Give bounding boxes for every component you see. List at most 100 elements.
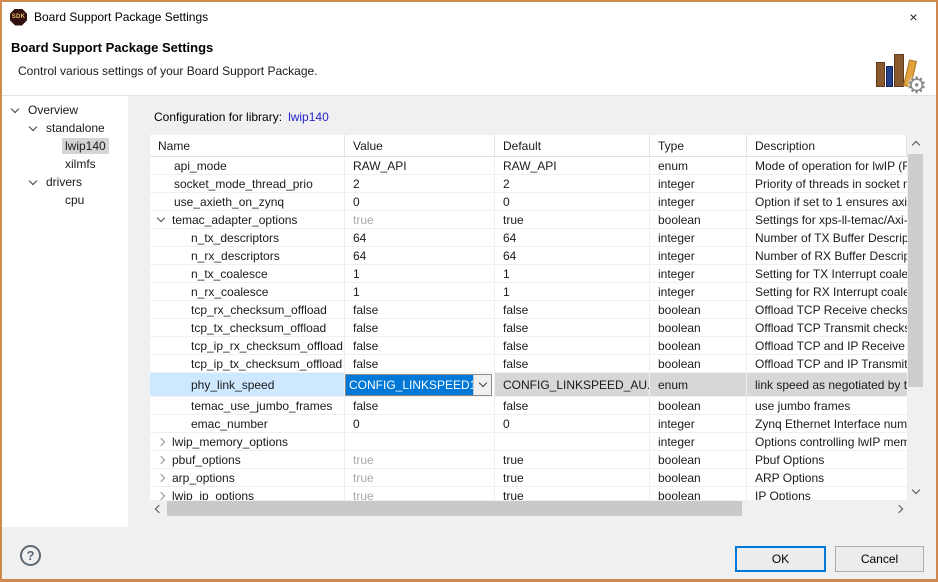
cell-value[interactable]: 2 bbox=[345, 175, 495, 193]
tree-item-xilmfs[interactable]: xilmfs bbox=[2, 155, 128, 173]
tree-item-cpu[interactable]: cpu bbox=[2, 191, 128, 209]
cell-name[interactable]: lwip_memory_options bbox=[150, 433, 345, 451]
cell-value[interactable]: 1 bbox=[345, 265, 495, 283]
config-label: Configuration for library:lwip140 bbox=[154, 110, 329, 124]
tree-item-standalone[interactable]: standalone bbox=[2, 119, 128, 137]
tree-item-Overview[interactable]: Overview bbox=[2, 101, 128, 119]
library-name-link[interactable]: lwip140 bbox=[288, 110, 329, 124]
cell-value[interactable]: false bbox=[345, 355, 495, 373]
bsp-settings-dialog: SDK Board Support Package Settings × Boa… bbox=[0, 0, 938, 582]
table-row[interactable]: api_modeRAW_APIRAW_APIenumMode of operat… bbox=[150, 157, 907, 175]
horizontal-scrollbar-thumb[interactable] bbox=[167, 501, 742, 516]
cell-name[interactable]: tcp_ip_rx_checksum_offload bbox=[150, 337, 345, 355]
cancel-button[interactable]: Cancel bbox=[835, 546, 924, 572]
horizontal-scrollbar[interactable] bbox=[150, 500, 907, 517]
table-row[interactable]: arp_optionstruetruebooleanARP Options bbox=[150, 469, 907, 487]
cell-name[interactable]: temac_use_jumbo_frames bbox=[150, 397, 345, 415]
cell-name[interactable]: use_axieth_on_zynq bbox=[150, 193, 345, 211]
chevron-right-icon[interactable] bbox=[157, 455, 165, 463]
cell-name[interactable]: n_rx_coalesce bbox=[150, 283, 345, 301]
help-button[interactable]: ? bbox=[20, 545, 41, 566]
cell-value[interactable]: false bbox=[345, 337, 495, 355]
ok-button[interactable]: OK bbox=[735, 546, 826, 572]
cell-name[interactable]: socket_mode_thread_prio bbox=[150, 175, 345, 193]
cell-name[interactable]: temac_adapter_options bbox=[150, 211, 345, 229]
cell-value[interactable] bbox=[345, 433, 495, 451]
cell-name[interactable]: tcp_rx_checksum_offload bbox=[150, 301, 345, 319]
combo-dropdown-button[interactable] bbox=[473, 375, 491, 395]
cell-value[interactable]: 0 bbox=[345, 193, 495, 211]
cell-value[interactable]: RAW_API bbox=[345, 157, 495, 175]
close-button[interactable]: × bbox=[891, 2, 936, 31]
cell-name[interactable]: phy_link_speed bbox=[150, 373, 345, 397]
cell-name[interactable]: api_mode bbox=[150, 157, 345, 175]
cell-value[interactable]: 64 bbox=[345, 229, 495, 247]
sdk-logo-icon: SDK bbox=[10, 9, 27, 26]
cell-value[interactable]: false bbox=[345, 319, 495, 337]
cell-name[interactable]: emac_number bbox=[150, 415, 345, 433]
column-header-description[interactable]: Description bbox=[747, 135, 907, 157]
cell-name[interactable]: n_tx_coalesce bbox=[150, 265, 345, 283]
cell-value[interactable]: true bbox=[345, 469, 495, 487]
chevron-down-icon[interactable] bbox=[11, 104, 19, 112]
column-header-type[interactable]: Type bbox=[650, 135, 747, 157]
table-row[interactable]: n_tx_descriptors6464integerNumber of TX … bbox=[150, 229, 907, 247]
chevron-down-icon[interactable] bbox=[157, 214, 165, 222]
cell-value[interactable]: false bbox=[345, 301, 495, 319]
table-row[interactable]: phy_link_speedCONFIG_LINKSPEED100CONFIG_… bbox=[150, 373, 907, 397]
table-row[interactable]: use_axieth_on_zynq00integerOption if set… bbox=[150, 193, 907, 211]
cell-name[interactable]: n_tx_descriptors bbox=[150, 229, 345, 247]
cell-type: boolean bbox=[650, 319, 747, 337]
value-combobox[interactable]: CONFIG_LINKSPEED100 bbox=[345, 374, 492, 396]
cell-value[interactable]: false bbox=[345, 397, 495, 415]
table-row[interactable]: lwip_memory_optionsintegerOptions contro… bbox=[150, 433, 907, 451]
param-description: Option if set to 1 ensures axie bbox=[755, 195, 907, 209]
scroll-right-button[interactable] bbox=[890, 500, 907, 517]
column-header-value[interactable]: Value bbox=[345, 135, 495, 157]
scroll-left-button[interactable] bbox=[150, 500, 167, 517]
close-icon: × bbox=[909, 9, 917, 25]
table-row[interactable]: tcp_tx_checksum_offloadfalsefalseboolean… bbox=[150, 319, 907, 337]
scroll-up-button[interactable] bbox=[907, 135, 924, 152]
table-row[interactable]: tcp_ip_tx_checksum_offloadfalsefalsebool… bbox=[150, 355, 907, 373]
chevron-down-icon[interactable] bbox=[29, 122, 37, 130]
table-row[interactable]: tcp_ip_rx_checksum_offloadfalsefalsebool… bbox=[150, 337, 907, 355]
table-row[interactable]: pbuf_optionstruetruebooleanPbuf Options bbox=[150, 451, 907, 469]
column-header-default[interactable]: Default bbox=[495, 135, 650, 157]
chevron-right-icon[interactable] bbox=[157, 437, 165, 445]
param-default: 2 bbox=[503, 177, 510, 191]
tree-item-label: lwip140 bbox=[62, 138, 109, 154]
vertical-scrollbar[interactable] bbox=[907, 135, 924, 500]
chevron-down-icon[interactable] bbox=[29, 176, 37, 184]
cell-name[interactable]: lwip_ip_options bbox=[150, 487, 345, 500]
table-row[interactable]: n_rx_descriptors6464integerNumber of RX … bbox=[150, 247, 907, 265]
table-row[interactable]: temac_use_jumbo_framesfalsefalsebooleanu… bbox=[150, 397, 907, 415]
vertical-scrollbar-thumb[interactable] bbox=[908, 154, 923, 387]
cell-name[interactable]: arp_options bbox=[150, 469, 345, 487]
chevron-right-icon[interactable] bbox=[157, 473, 165, 481]
column-header-name[interactable]: Name bbox=[150, 135, 345, 157]
cell-value[interactable]: true bbox=[345, 451, 495, 469]
table-row[interactable]: lwip_ip_optionstruetruebooleanIP Options bbox=[150, 487, 907, 500]
cell-name[interactable]: pbuf_options bbox=[150, 451, 345, 469]
tree-item-lwip140[interactable]: lwip140 bbox=[2, 137, 128, 155]
chevron-right-icon[interactable] bbox=[157, 491, 165, 499]
cell-value[interactable]: 64 bbox=[345, 247, 495, 265]
scroll-down-button[interactable] bbox=[907, 483, 924, 500]
cell-name[interactable]: tcp_tx_checksum_offload bbox=[150, 319, 345, 337]
cell-value[interactable]: true bbox=[345, 487, 495, 500]
cell-value[interactable]: true bbox=[345, 211, 495, 229]
tree-item-drivers[interactable]: drivers bbox=[2, 173, 128, 191]
cell-value[interactable]: 0 bbox=[345, 415, 495, 433]
table-row[interactable]: emac_number00integerZynq Ethernet Interf… bbox=[150, 415, 907, 433]
table-row[interactable]: socket_mode_thread_prio22integerPriority… bbox=[150, 175, 907, 193]
param-default: true bbox=[503, 453, 524, 467]
table-row[interactable]: temac_adapter_optionstruetruebooleanSett… bbox=[150, 211, 907, 229]
cell-name[interactable]: tcp_ip_tx_checksum_offload bbox=[150, 355, 345, 373]
cell-name[interactable]: n_rx_descriptors bbox=[150, 247, 345, 265]
param-description: Setting for TX Interrupt coale bbox=[755, 267, 907, 281]
table-row[interactable]: n_rx_coalesce11integerSetting for RX Int… bbox=[150, 283, 907, 301]
table-row[interactable]: tcp_rx_checksum_offloadfalsefalseboolean… bbox=[150, 301, 907, 319]
table-row[interactable]: n_tx_coalesce11integerSetting for TX Int… bbox=[150, 265, 907, 283]
cell-value[interactable]: 1 bbox=[345, 283, 495, 301]
